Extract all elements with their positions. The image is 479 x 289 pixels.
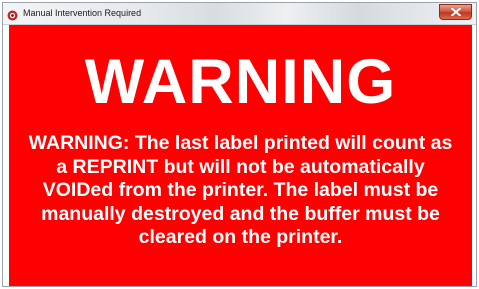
close-icon bbox=[451, 8, 461, 16]
title-bar[interactable]: Manual Intervention Required bbox=[3, 3, 476, 25]
dialog-window: Manual Intervention Required WARNING WAR… bbox=[2, 2, 477, 287]
warning-message: WARNING: The last label printed will cou… bbox=[28, 132, 453, 248]
warning-heading: WARNING bbox=[84, 47, 397, 117]
window-title: Manual Intervention Required bbox=[23, 8, 142, 18]
app-icon bbox=[7, 8, 18, 21]
warning-panel: WARNING WARNING: The last label printed … bbox=[9, 25, 472, 286]
close-button[interactable] bbox=[439, 4, 472, 20]
